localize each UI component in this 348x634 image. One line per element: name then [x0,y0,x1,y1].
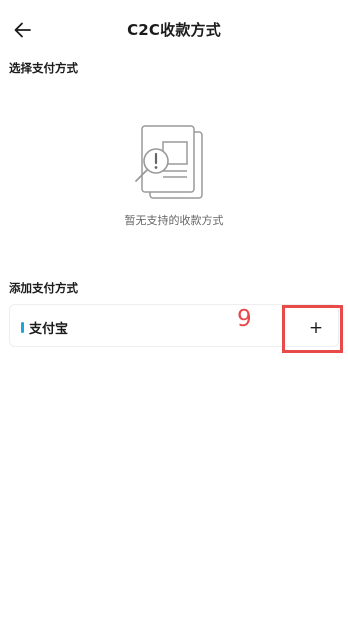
empty-state-text: 暂无支持的收款方式 [124,214,224,227]
empty-state: 暂无支持的收款方式 [0,120,348,240]
document-warning-search-icon [135,125,203,199]
app-header: C2C收款方式 [0,0,348,58]
payment-method-name: 支付宝 [29,322,69,337]
annotation-step-number: 9 [237,306,252,332]
page-title: C2C收款方式 [127,21,221,39]
method-accent-bar [21,322,24,333]
add-method-section-title: 添加支付方式 [9,281,78,295]
add-payment-method-button[interactable]: + [303,315,329,341]
select-method-section-title: 选择支付方式 [9,61,78,75]
